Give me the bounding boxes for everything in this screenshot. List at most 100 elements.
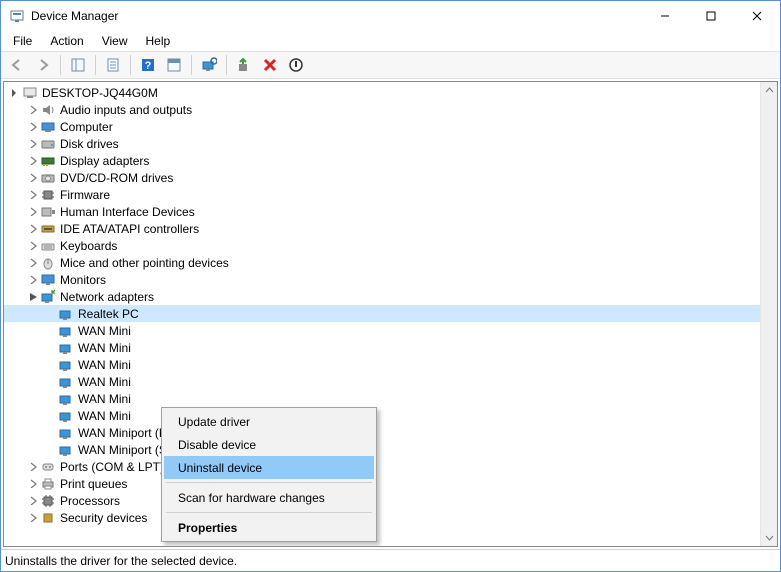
- tree-category-dvd[interactable]: DVD/CD-ROM drives: [4, 169, 777, 186]
- tree-device-wan-sstp[interactable]: WAN Miniport (SSTP): [4, 441, 777, 458]
- expand-arrow-icon[interactable]: [26, 290, 40, 304]
- network-icon: [40, 289, 56, 305]
- tree-label: Firmware: [60, 188, 110, 202]
- network-adapter-icon: [58, 408, 74, 424]
- update-driver-button[interactable]: [232, 53, 256, 77]
- network-adapter-icon: [58, 374, 74, 390]
- collapse-arrow-icon[interactable]: [26, 256, 40, 270]
- tree-category-audio[interactable]: Audio inputs and outputs: [4, 101, 777, 118]
- minimize-button[interactable]: [642, 1, 688, 31]
- menu-view[interactable]: View: [94, 32, 136, 50]
- disk-icon: [40, 136, 56, 152]
- tree-category-mice[interactable]: Mice and other pointing devices: [4, 254, 777, 271]
- scan-hardware-button[interactable]: [197, 53, 221, 77]
- tree-device-realtek[interactable]: Realtek PC: [4, 305, 777, 322]
- collapse-arrow-icon[interactable]: [26, 460, 40, 474]
- tree-category-security[interactable]: Security devices: [4, 509, 777, 526]
- tree-label: Human Interface Devices: [60, 205, 195, 219]
- toolbar-separator: [95, 55, 96, 75]
- tree-device-wan[interactable]: WAN Mini: [4, 339, 777, 356]
- menu-help[interactable]: Help: [138, 32, 179, 50]
- back-button[interactable]: [5, 53, 29, 77]
- context-disable-device[interactable]: Disable device: [164, 433, 374, 456]
- tree-category-firmware[interactable]: Firmware: [4, 186, 777, 203]
- tree-category-display[interactable]: Display adapters: [4, 152, 777, 169]
- tree-device-wan[interactable]: WAN Mini: [4, 373, 777, 390]
- help-button[interactable]: ?: [136, 53, 160, 77]
- printer-icon: [40, 476, 56, 492]
- display-adapter-icon: [40, 153, 56, 169]
- tree-device-wan[interactable]: WAN Mini: [4, 390, 777, 407]
- properties-button[interactable]: [101, 53, 125, 77]
- tree-label: DESKTOP-JQ44G0M: [42, 86, 158, 100]
- collapse-arrow-icon[interactable]: [26, 120, 40, 134]
- network-adapter-icon: [58, 323, 74, 339]
- scroll-down-icon[interactable]: [761, 529, 777, 546]
- context-scan-hardware[interactable]: Scan for hardware changes: [164, 486, 374, 509]
- context-uninstall-device[interactable]: Uninstall device: [164, 456, 374, 479]
- collapse-arrow-icon[interactable]: [26, 171, 40, 185]
- vertical-scrollbar[interactable]: [760, 82, 777, 546]
- tree-category-printqueues[interactable]: Print queues: [4, 475, 777, 492]
- disable-device-button[interactable]: [284, 53, 308, 77]
- tree-label: Print queues: [60, 477, 127, 491]
- toolbar-separator: [226, 55, 227, 75]
- context-separator: [166, 512, 372, 513]
- tree-category-network[interactable]: Network adapters: [4, 288, 777, 305]
- tree-category-keyboards[interactable]: Keyboards: [4, 237, 777, 254]
- context-separator: [166, 482, 372, 483]
- tree-label: DVD/CD-ROM drives: [60, 171, 173, 185]
- collapse-arrow-icon[interactable]: [26, 154, 40, 168]
- menu-action[interactable]: Action: [42, 32, 91, 50]
- tree-label: Audio inputs and outputs: [60, 103, 192, 117]
- tree-category-ports[interactable]: Ports (COM & LPT): [4, 458, 777, 475]
- network-adapter-icon: [58, 340, 74, 356]
- close-button[interactable]: [734, 1, 780, 31]
- tree-root[interactable]: DESKTOP-JQ44G0M: [4, 84, 777, 101]
- firmware-icon: [40, 187, 56, 203]
- tree-device-wan-pptp[interactable]: WAN Miniport (PPTP): [4, 424, 777, 441]
- action-button[interactable]: [162, 53, 186, 77]
- maximize-button[interactable]: [688, 1, 734, 31]
- tree-label: Computer: [60, 120, 113, 134]
- tree-device-wan[interactable]: WAN Mini: [4, 356, 777, 373]
- tree-label: Display adapters: [60, 154, 149, 168]
- tree-category-ide[interactable]: IDE ATA/ATAPI controllers: [4, 220, 777, 237]
- forward-button[interactable]: [31, 53, 55, 77]
- tree-category-disk[interactable]: Disk drives: [4, 135, 777, 152]
- collapse-arrow-icon[interactable]: [26, 188, 40, 202]
- tree-category-monitors[interactable]: Monitors: [4, 271, 777, 288]
- context-update-driver[interactable]: Update driver: [164, 410, 374, 433]
- tree-device-wan[interactable]: WAN Mini: [4, 322, 777, 339]
- expand-arrow-icon[interactable]: [8, 86, 22, 100]
- collapse-arrow-icon[interactable]: [26, 511, 40, 525]
- tree-category-hid[interactable]: Human Interface Devices: [4, 203, 777, 220]
- collapse-arrow-icon[interactable]: [26, 222, 40, 236]
- processor-icon: [40, 493, 56, 509]
- tree-device-wan[interactable]: WAN Mini: [4, 407, 777, 424]
- collapse-arrow-icon[interactable]: [26, 273, 40, 287]
- tree-category-processors[interactable]: Processors: [4, 492, 777, 509]
- device-tree[interactable]: DESKTOP-JQ44G0M Audio inputs and outputs…: [4, 82, 777, 546]
- collapse-arrow-icon[interactable]: [26, 205, 40, 219]
- collapse-arrow-icon[interactable]: [26, 239, 40, 253]
- menu-file[interactable]: File: [5, 32, 40, 50]
- show-hide-tree-button[interactable]: [66, 53, 90, 77]
- network-adapter-icon: [58, 425, 74, 441]
- computer-icon: [22, 85, 38, 101]
- tree-label: Disk drives: [60, 137, 119, 151]
- context-properties[interactable]: Properties: [164, 516, 374, 539]
- collapse-arrow-icon[interactable]: [26, 137, 40, 151]
- statusbar-text: Uninstalls the driver for the selected d…: [5, 554, 237, 568]
- collapse-arrow-icon[interactable]: [26, 477, 40, 491]
- tree-label: Realtek PC: [78, 307, 139, 321]
- uninstall-device-button[interactable]: [258, 53, 282, 77]
- tree-label: WAN Mini: [78, 392, 131, 406]
- scroll-up-icon[interactable]: [761, 82, 777, 99]
- collapse-arrow-icon[interactable]: [26, 494, 40, 508]
- tree-label: IDE ATA/ATAPI controllers: [60, 222, 199, 236]
- tree-category-computer[interactable]: Computer: [4, 118, 777, 135]
- window-controls: [642, 1, 780, 31]
- monitor-icon: [40, 272, 56, 288]
- collapse-arrow-icon[interactable]: [26, 103, 40, 117]
